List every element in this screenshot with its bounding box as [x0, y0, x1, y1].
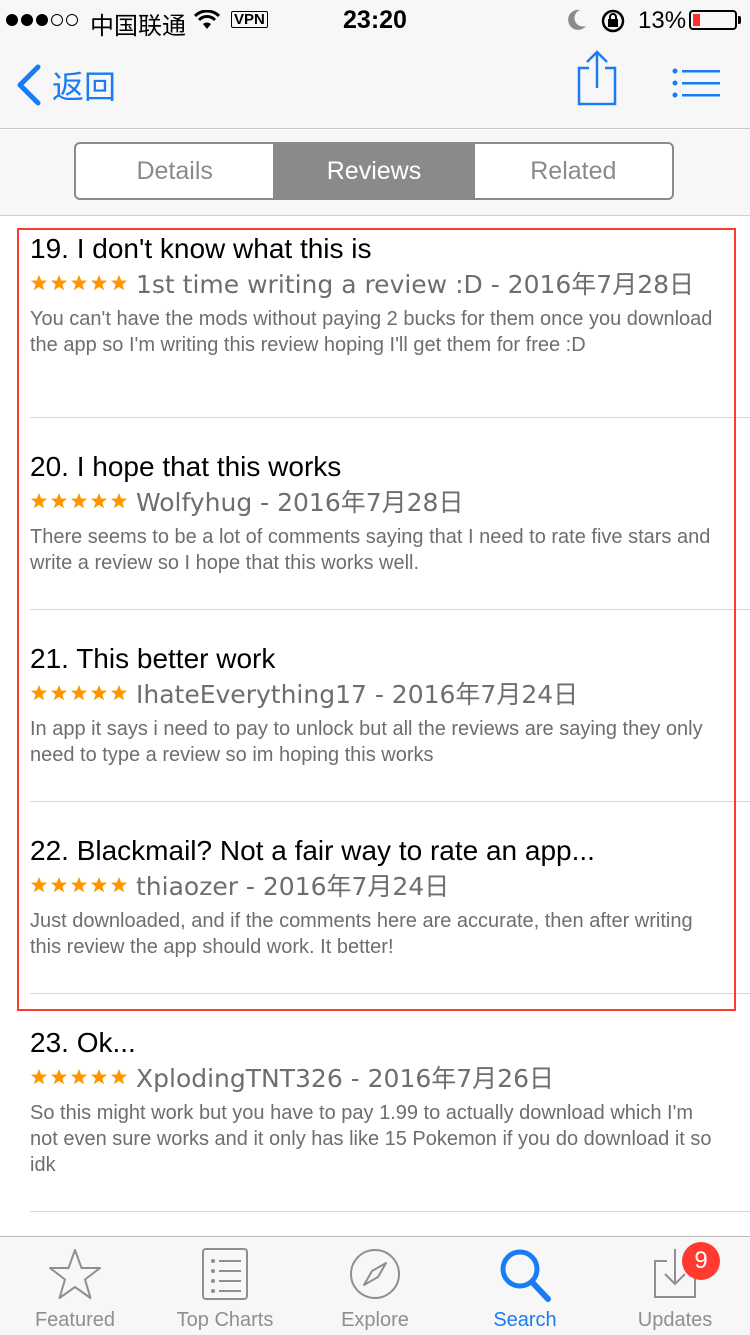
back-label: 返回	[52, 68, 117, 106]
review-body: So this might work but you have to pay 1…	[30, 1102, 712, 1176]
review-author-date: Wolfyhug - 2016年7月28日	[136, 488, 464, 517]
review-title: 23. Ok...	[30, 1027, 136, 1058]
tab-featured[interactable]: Featured	[0, 1237, 150, 1335]
list-icon	[202, 1248, 248, 1300]
review-title: 19. I don't know what this is	[30, 233, 372, 264]
navigation-bar: 返回	[0, 40, 750, 129]
tab-updates[interactable]: Updates	[600, 1237, 750, 1335]
star-icon	[70, 492, 88, 509]
divider	[30, 417, 750, 418]
review-author-date: IhateEverything17 - 2016年7月24日	[136, 680, 579, 709]
review-title: 21. This better work	[30, 643, 276, 674]
tab-related[interactable]: Related	[472, 144, 672, 198]
star-rating	[30, 876, 128, 894]
star-icon	[110, 1068, 128, 1085]
star-icon	[110, 684, 128, 701]
star-rating	[30, 1068, 128, 1086]
review-author-date: XplodingTNT326 - 2016年7月26日	[136, 1064, 554, 1093]
divider	[30, 993, 750, 994]
review-item[interactable]: 23. Ok... XplodingTNT326 - 2016年7月26日 So…	[30, 1026, 750, 1178]
tab-search[interactable]: Search	[450, 1237, 600, 1335]
tab-bar: Featured Top Charts Explore Search Updat…	[0, 1236, 750, 1335]
star-icon	[70, 1068, 88, 1085]
review-title: 20. I hope that this works	[30, 451, 342, 482]
star-icon	[90, 492, 108, 509]
star-icon	[50, 684, 68, 701]
chevron-left-icon	[17, 64, 41, 106]
review-author-date: 1st time writing a review :D - 2016年7月28…	[136, 270, 695, 299]
review-body: In app it says i need to pay to unlock b…	[30, 718, 703, 766]
review-body: There seems to be a lot of comments sayi…	[30, 526, 711, 574]
segmented-control: Details Reviews Related	[74, 142, 674, 200]
star-icon	[90, 274, 108, 291]
star-icon	[30, 684, 48, 701]
battery-icon	[689, 10, 737, 30]
divider	[30, 609, 750, 610]
star-rating	[30, 274, 128, 292]
star-icon	[90, 876, 108, 893]
star-icon	[70, 684, 88, 701]
share-icon[interactable]	[574, 50, 620, 106]
star-icon	[70, 274, 88, 291]
star-rating	[30, 492, 128, 510]
review-item[interactable]: 20. I hope that this works Wolfyhug - 20…	[30, 450, 750, 576]
review-body: You can't have the mods without paying 2…	[30, 308, 713, 356]
star-icon	[110, 492, 128, 509]
tab-explore[interactable]: Explore	[300, 1237, 450, 1335]
star-icon	[50, 1068, 68, 1085]
star-icon	[30, 876, 48, 893]
battery-percent: 13%	[638, 7, 687, 34]
star-icon	[30, 274, 48, 291]
compass-icon	[350, 1249, 400, 1299]
star-icon	[110, 274, 128, 291]
review-body: Just downloaded, and if the comments her…	[30, 910, 693, 958]
star-icon	[50, 492, 68, 509]
star-icon	[110, 876, 128, 893]
status-bar: 中国联通 VPN 23:20 13%	[0, 0, 750, 40]
review-item[interactable]: 22. Blackmail? Not a fair way to rate an…	[30, 834, 750, 960]
tab-label: Top Charts	[176, 1309, 274, 1331]
moon-icon	[568, 9, 586, 30]
star-icon	[70, 876, 88, 893]
updates-badge: 9	[682, 1242, 720, 1280]
star-icon	[90, 684, 108, 701]
segment-bar: Details Reviews Related	[0, 129, 750, 216]
star-icon	[90, 1068, 108, 1085]
review-item[interactable]: 21. This better work IhateEverything17 -…	[30, 642, 750, 768]
star-icon	[50, 274, 68, 291]
star-icon	[30, 1068, 48, 1085]
star-icon	[50, 876, 68, 893]
search-icon	[500, 1249, 551, 1302]
tab-label: Updates	[637, 1309, 713, 1331]
tab-label: Search	[493, 1309, 557, 1331]
review-author-date: thiaozer - 2016年7月24日	[136, 872, 450, 901]
tab-reviews[interactable]: Reviews	[273, 144, 473, 198]
star-rating	[30, 684, 128, 702]
tab-details[interactable]: Details	[76, 144, 273, 198]
list-icon[interactable]	[672, 68, 720, 98]
star-icon	[30, 492, 48, 509]
review-title: 22. Blackmail? Not a fair way to rate an…	[30, 835, 595, 866]
review-item[interactable]: 19. I don't know what this is 1st time w…	[30, 232, 750, 358]
star-icon	[49, 1249, 101, 1299]
tab-top-charts[interactable]: Top Charts	[150, 1237, 300, 1335]
back-button[interactable]: 返回	[14, 62, 116, 108]
divider	[30, 1211, 750, 1212]
tab-label: Featured	[34, 1309, 116, 1331]
divider	[30, 801, 750, 802]
rotation-lock-icon	[601, 9, 625, 33]
tab-label: Explore	[341, 1309, 409, 1331]
